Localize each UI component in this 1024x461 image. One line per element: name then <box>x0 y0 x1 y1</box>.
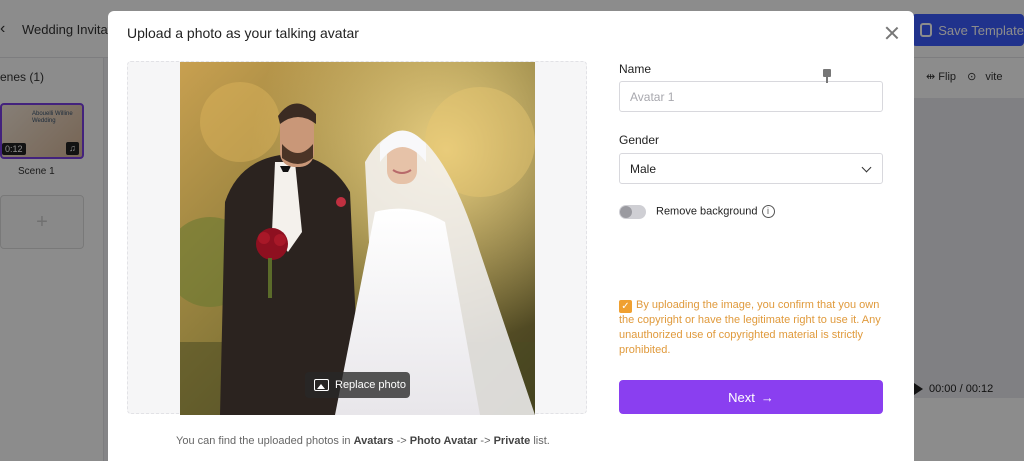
next-label: Next <box>728 389 755 405</box>
hint-photo-avatar: Photo Avatar <box>409 435 478 447</box>
name-input[interactable] <box>630 89 860 104</box>
hint-separator: -> <box>477 435 494 447</box>
hint-avatars: Avatars <box>353 435 394 447</box>
gender-label: Gender <box>619 133 660 147</box>
consent-text: By uploading the image, you confirm that… <box>619 299 881 356</box>
replace-photo-button[interactable]: Replace photo <box>305 372 410 398</box>
name-label: Name <box>619 62 652 76</box>
uploaded-photos-hint: You can find the uploaded photos in Avat… <box>176 435 550 447</box>
hint-prefix: You can find the uploaded photos in <box>176 435 354 447</box>
chevron-down-icon <box>861 162 872 173</box>
photo-preview-area: Replace photo <box>127 61 587 415</box>
name-field[interactable] <box>619 81 883 112</box>
hint-private: Private <box>493 435 531 447</box>
arrow-right-icon: → <box>760 389 774 405</box>
pin-icon <box>822 69 832 83</box>
info-icon[interactable]: i <box>761 205 775 218</box>
gender-select[interactable]: Male <box>619 153 883 184</box>
remove-background-toggle[interactable] <box>619 205 646 219</box>
next-button[interactable]: Next → <box>619 380 883 414</box>
hint-suffix: list. <box>530 435 550 447</box>
modal-title: Upload a photo as your talking avatar <box>127 25 359 41</box>
close-icon[interactable] <box>884 25 900 41</box>
hint-separator: -> <box>393 435 410 447</box>
remove-background-row: Remove background i <box>656 205 775 218</box>
uploaded-photo <box>180 62 535 415</box>
upload-avatar-modal: Upload a photo as your talking avatar Re… <box>108 11 914 461</box>
gender-value: Male <box>630 161 657 176</box>
image-icon <box>314 379 329 391</box>
wedding-photo-image <box>180 62 535 415</box>
replace-photo-label: Replace photo <box>335 379 406 391</box>
remove-background-label: Remove background <box>656 205 758 218</box>
